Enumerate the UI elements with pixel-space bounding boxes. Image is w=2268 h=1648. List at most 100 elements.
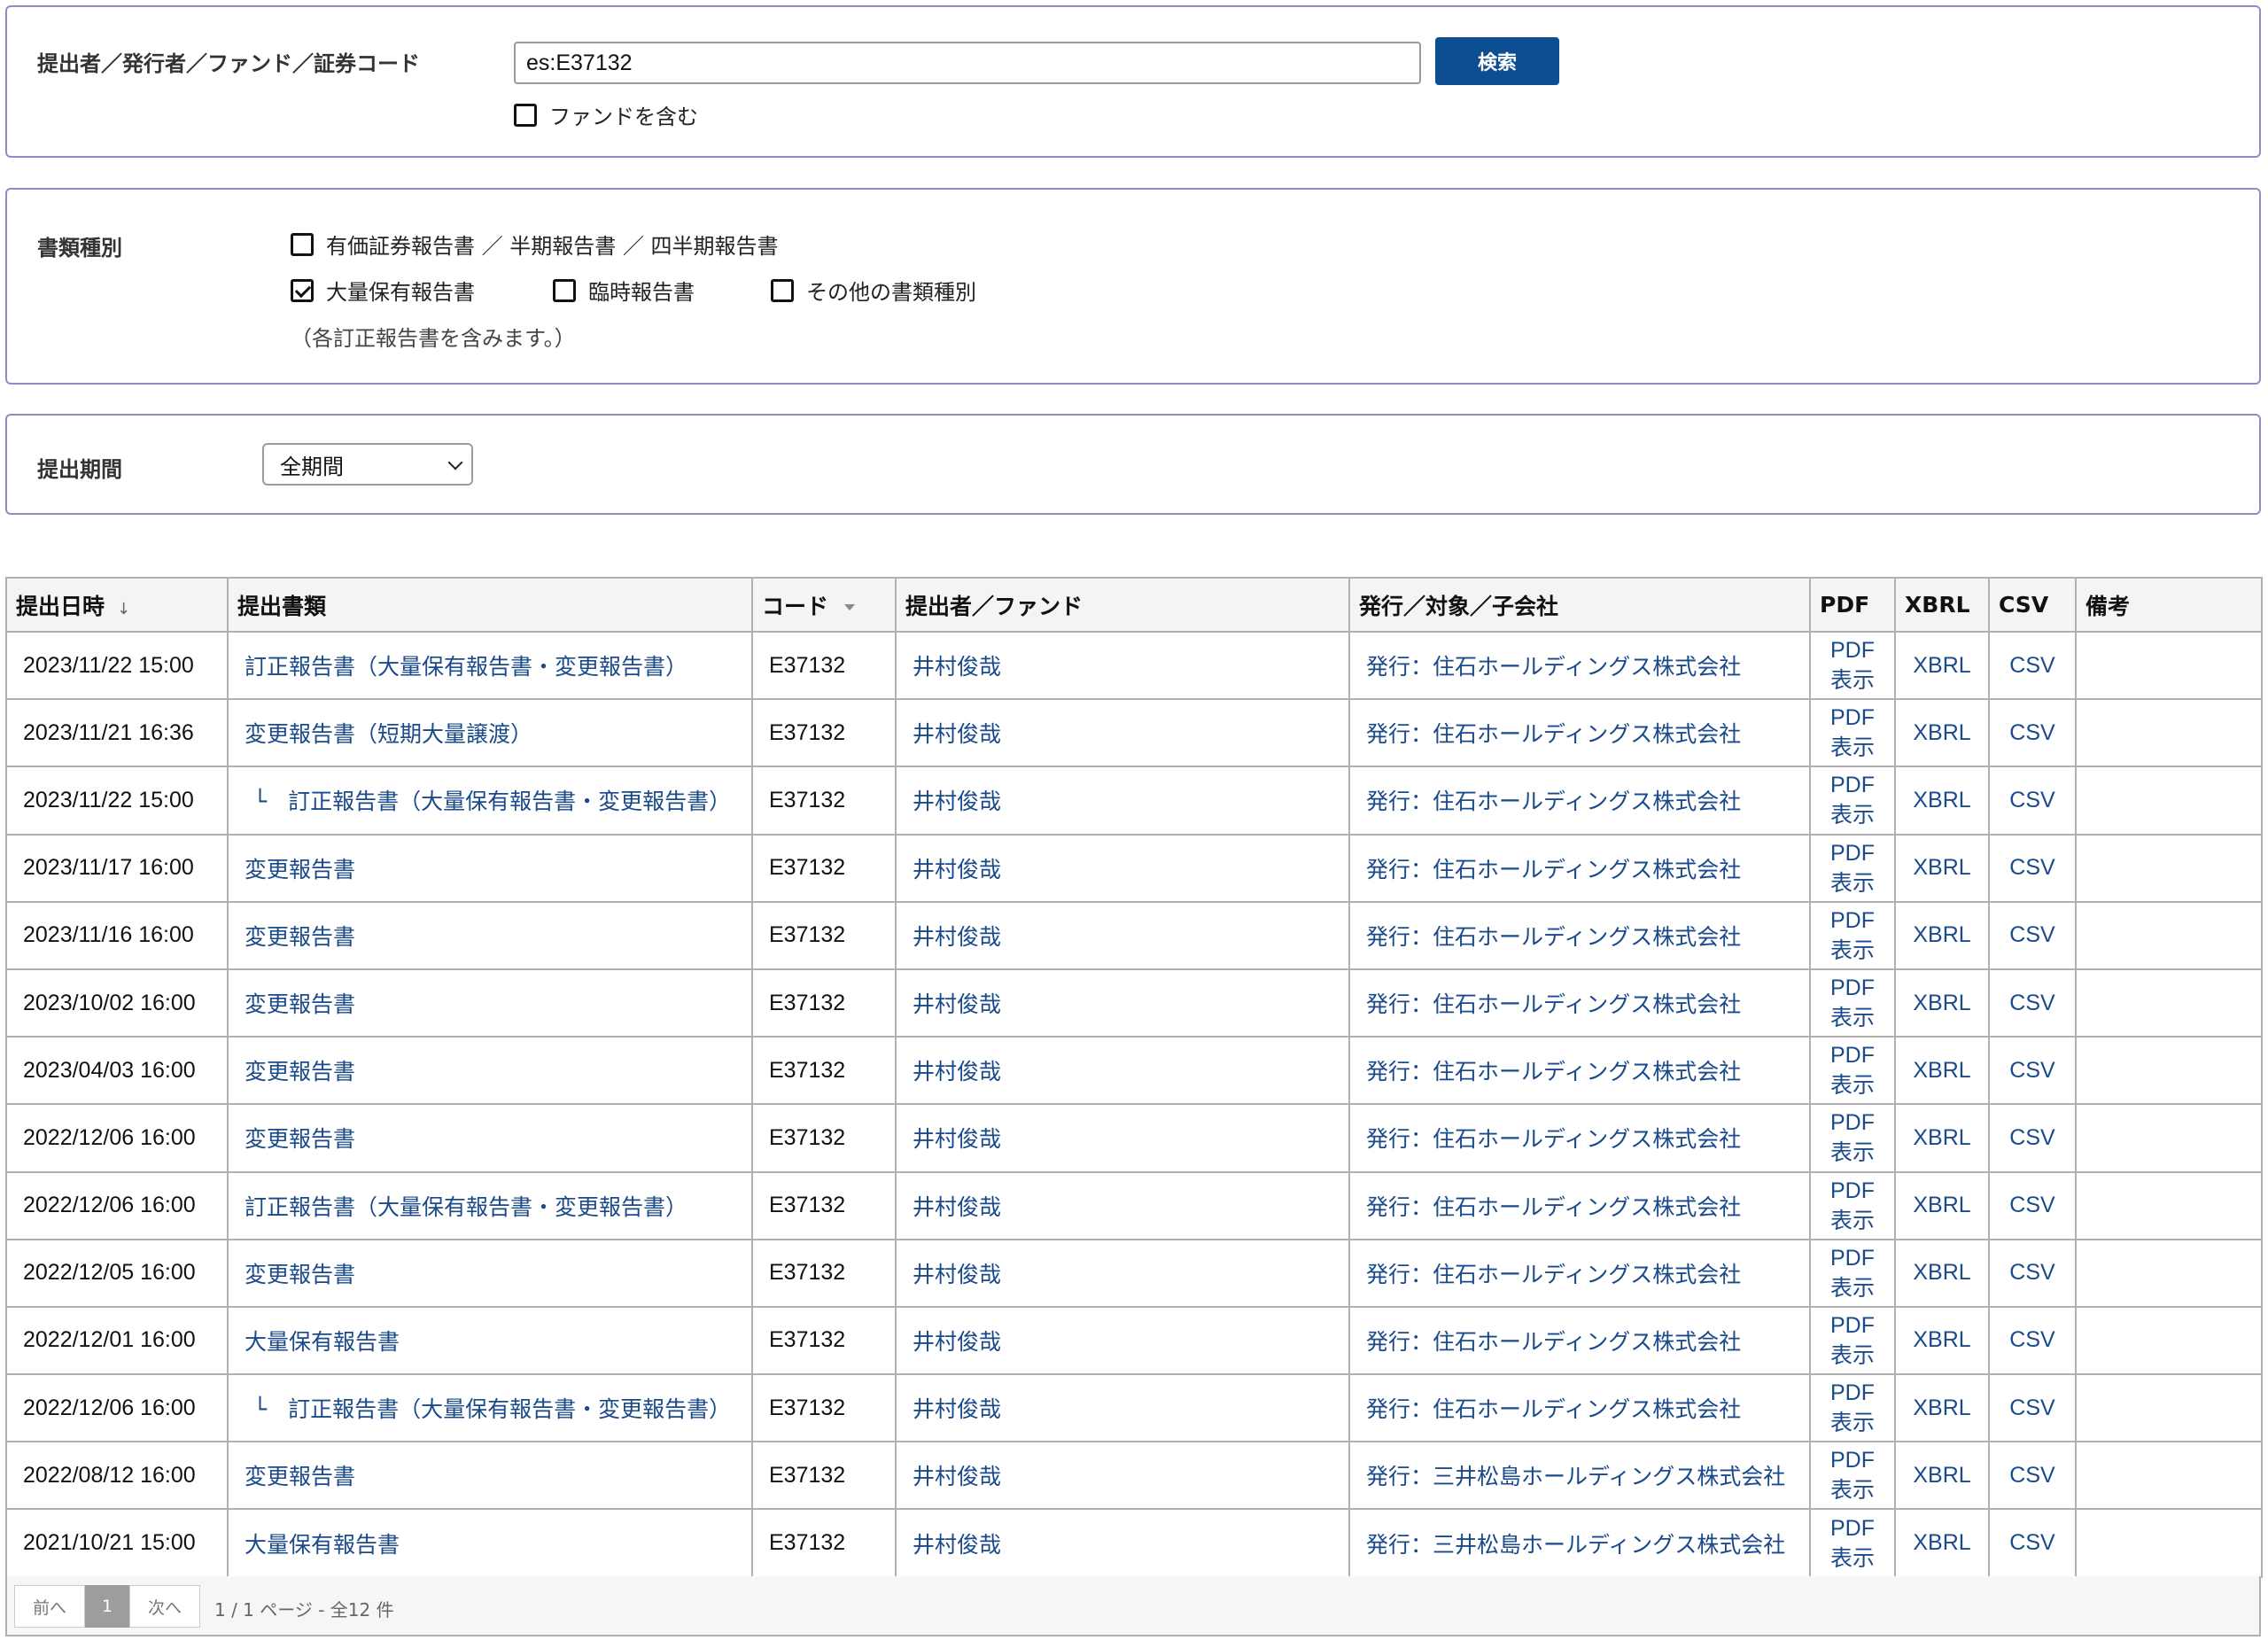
doc-link[interactable]: 大量保有報告書 <box>245 1532 400 1558</box>
xbrl-link[interactable]: XBRL <box>1913 653 1970 678</box>
pdf-link[interactable]: PDF 表示 <box>1830 1110 1875 1165</box>
xbrl-link[interactable]: XBRL <box>1913 1193 1970 1217</box>
search-input[interactable] <box>514 42 1421 84</box>
period-select[interactable]: 全期間 <box>262 443 473 486</box>
xbrl-link[interactable]: XBRL <box>1913 1463 1970 1488</box>
doc-link[interactable]: 変更報告書 <box>245 1059 355 1084</box>
xbrl-link[interactable]: XBRL <box>1913 1530 1970 1555</box>
xbrl-link[interactable]: XBRL <box>1913 1125 1970 1150</box>
pdf-link[interactable]: PDF 表示 <box>1830 841 1875 896</box>
doc-type-option-large-holding[interactable]: 大量保有報告書 <box>291 275 475 306</box>
csv-link[interactable]: CSV <box>2009 720 2054 745</box>
filer-link[interactable]: 井村俊哉 <box>913 1194 1001 1220</box>
doc-link[interactable]: 変更報告書 <box>245 991 355 1017</box>
filer-link[interactable]: 井村俊哉 <box>913 1059 1001 1084</box>
filer-link[interactable]: 井村俊哉 <box>913 789 1001 814</box>
xbrl-link[interactable]: XBRL <box>1913 922 1970 947</box>
filer-link[interactable]: 井村俊哉 <box>913 1532 1001 1558</box>
doc-link[interactable]: 変更報告書 <box>245 1464 355 1489</box>
xbrl-link[interactable]: XBRL <box>1913 855 1970 880</box>
pdf-link[interactable]: PDF 表示 <box>1830 1313 1875 1368</box>
issuer-link[interactable]: 発行：住石ホールディングス株式会社 <box>1366 1059 1741 1084</box>
issuer-link[interactable]: 発行：住石ホールディングス株式会社 <box>1366 789 1741 814</box>
doc-link[interactable]: 訂正報告書（大量保有報告書・変更報告書） <box>288 789 731 814</box>
csv-link[interactable]: CSV <box>2009 1327 2054 1352</box>
csv-link[interactable]: CSV <box>2009 653 2054 678</box>
doc-link[interactable]: 変更報告書 <box>245 1262 355 1287</box>
csv-link[interactable]: CSV <box>2009 855 2054 880</box>
filer-link[interactable]: 井村俊哉 <box>913 924 1001 950</box>
xbrl-link[interactable]: XBRL <box>1913 1327 1970 1352</box>
header-date[interactable]: 提出日時 ↓ <box>5 577 229 633</box>
doc-link[interactable]: 変更報告書 <box>245 1126 355 1152</box>
pdf-link[interactable]: PDF 表示 <box>1830 638 1875 693</box>
issuer-link[interactable]: 発行：三井松島ホールディングス株式会社 <box>1366 1532 1785 1558</box>
csv-link[interactable]: CSV <box>2009 1193 2054 1217</box>
current-page[interactable]: 1 <box>85 1585 129 1628</box>
csv-link[interactable]: CSV <box>2009 1260 2054 1285</box>
prev-page-button[interactable]: 前へ <box>14 1585 85 1628</box>
doc-type-checkbox-other[interactable] <box>771 278 794 302</box>
xbrl-link[interactable]: XBRL <box>1913 1058 1970 1083</box>
doc-link[interactable]: 変更報告書 <box>245 857 355 882</box>
issuer-link[interactable]: 発行：住石ホールディングス株式会社 <box>1366 1126 1741 1152</box>
issuer-link[interactable]: 発行：住石ホールディングス株式会社 <box>1366 1396 1741 1422</box>
filer-link[interactable]: 井村俊哉 <box>913 857 1001 882</box>
doc-type-checkbox-large-holding[interactable] <box>291 278 314 302</box>
csv-link[interactable]: CSV <box>2009 1125 2054 1150</box>
pdf-link[interactable]: PDF 表示 <box>1830 773 1875 828</box>
xbrl-link[interactable]: XBRL <box>1913 720 1970 745</box>
pdf-link[interactable]: PDF 表示 <box>1830 1448 1875 1503</box>
xbrl-link[interactable]: XBRL <box>1913 788 1970 812</box>
csv-link[interactable]: CSV <box>2009 1463 2054 1488</box>
issuer-link[interactable]: 発行：住石ホールディングス株式会社 <box>1366 1329 1741 1355</box>
pdf-link[interactable]: PDF 表示 <box>1830 1178 1875 1233</box>
doc-link[interactable]: 変更報告書（短期大量譲渡） <box>245 721 532 747</box>
filer-link[interactable]: 井村俊哉 <box>913 1396 1001 1422</box>
csv-link[interactable]: CSV <box>2009 991 2054 1015</box>
issuer-link[interactable]: 発行：住石ホールディングス株式会社 <box>1366 1262 1741 1287</box>
issuer-link[interactable]: 発行：住石ホールディングス株式会社 <box>1366 924 1741 950</box>
pdf-link[interactable]: PDF 表示 <box>1830 1380 1875 1435</box>
csv-link[interactable]: CSV <box>2009 1058 2054 1083</box>
include-funds-checkbox[interactable] <box>514 103 537 127</box>
doc-link[interactable]: 大量保有報告書 <box>245 1329 400 1355</box>
xbrl-link[interactable]: XBRL <box>1913 1395 1970 1420</box>
doc-type-option-securities-report[interactable]: 有価証券報告書 ／ 半期報告書 ／ 四半期報告書 <box>291 229 779 260</box>
csv-link[interactable]: CSV <box>2009 1530 2054 1555</box>
filer-link[interactable]: 井村俊哉 <box>913 721 1001 747</box>
issuer-link[interactable]: 発行：住石ホールディングス株式会社 <box>1366 991 1741 1017</box>
doc-type-checkbox-securities-report[interactable] <box>291 232 314 256</box>
doc-link[interactable]: 訂正報告書（大量保有報告書・変更報告書） <box>288 1396 731 1422</box>
issuer-link[interactable]: 発行：住石ホールディングス株式会社 <box>1366 1194 1741 1220</box>
xbrl-link[interactable]: XBRL <box>1913 991 1970 1015</box>
csv-link[interactable]: CSV <box>2009 1395 2054 1420</box>
pdf-link[interactable]: PDF 表示 <box>1830 976 1875 1030</box>
issuer-link[interactable]: 発行：三井松島ホールディングス株式会社 <box>1366 1464 1785 1489</box>
issuer-link[interactable]: 発行：住石ホールディングス株式会社 <box>1366 857 1741 882</box>
doc-link[interactable]: 変更報告書 <box>245 924 355 950</box>
issuer-link[interactable]: 発行：住石ホールディングス株式会社 <box>1366 721 1741 747</box>
filer-link[interactable]: 井村俊哉 <box>913 991 1001 1017</box>
filer-link[interactable]: 井村俊哉 <box>913 1126 1001 1152</box>
filer-link[interactable]: 井村俊哉 <box>913 654 1001 680</box>
pdf-link[interactable]: PDF 表示 <box>1830 705 1875 760</box>
filer-link[interactable]: 井村俊哉 <box>913 1464 1001 1489</box>
next-page-button[interactable]: 次へ <box>129 1585 200 1628</box>
doc-link[interactable]: 訂正報告書（大量保有報告書・変更報告書） <box>245 654 687 680</box>
csv-link[interactable]: CSV <box>2009 922 2054 947</box>
include-funds-option[interactable]: ファンドを含む <box>514 99 698 130</box>
pdf-link[interactable]: PDF 表示 <box>1830 1516 1875 1571</box>
csv-link[interactable]: CSV <box>2009 788 2054 812</box>
filer-link[interactable]: 井村俊哉 <box>913 1262 1001 1287</box>
doc-type-option-extraordinary[interactable]: 臨時報告書 <box>553 275 695 306</box>
header-code[interactable]: コード <box>751 577 897 633</box>
xbrl-link[interactable]: XBRL <box>1913 1260 1970 1285</box>
search-button[interactable]: 検索 <box>1435 37 1559 85</box>
pdf-link[interactable]: PDF 表示 <box>1830 908 1875 963</box>
doc-link[interactable]: 訂正報告書（大量保有報告書・変更報告書） <box>245 1194 687 1220</box>
pdf-link[interactable]: PDF 表示 <box>1830 1246 1875 1301</box>
filer-link[interactable]: 井村俊哉 <box>913 1329 1001 1355</box>
issuer-link[interactable]: 発行：住石ホールディングス株式会社 <box>1366 654 1741 680</box>
doc-type-option-other[interactable]: その他の書類種別 <box>771 275 976 306</box>
